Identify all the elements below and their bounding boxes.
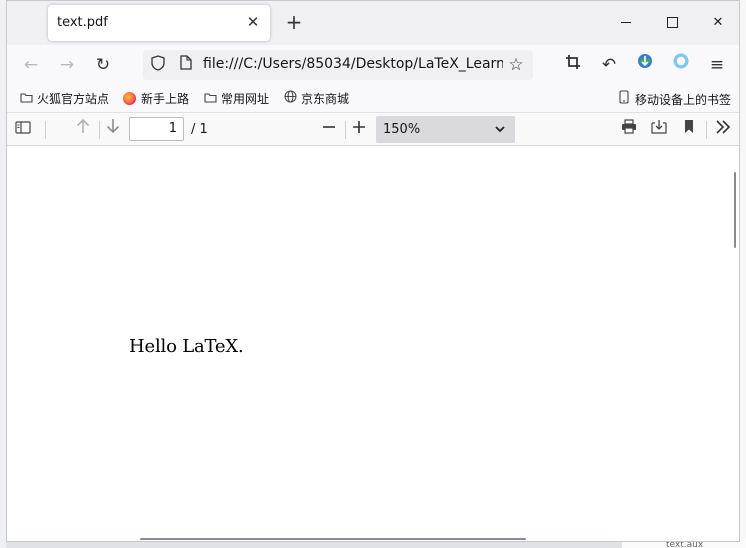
bookmark-label: 火狐官方站点 [37, 92, 110, 106]
maximize-icon [666, 17, 678, 28]
next-page-button[interactable] [101, 118, 125, 140]
reload-button[interactable]: ↻ [89, 51, 117, 79]
shield-icon[interactable] [148, 55, 168, 75]
plus-icon [353, 121, 365, 133]
zoom-select[interactable]: 150% [376, 116, 515, 143]
bookmark-item[interactable]: 常用网址 [203, 90, 269, 108]
minimize-button[interactable] [603, 1, 649, 45]
idm-extension-icon [638, 54, 652, 68]
bookmark-star-icon[interactable]: ☆ [505, 54, 527, 76]
sidebar-toggle-button[interactable] [11, 118, 35, 140]
browser-window: text.pdf ✕ + ✕ ← → ↻ file:///C:/Users/85… [6, 0, 740, 542]
extension-circle-button[interactable] [667, 51, 695, 79]
folder-icon [203, 90, 217, 108]
horizontal-scrollbar[interactable] [140, 538, 526, 540]
pdf-viewer[interactable]: Hello LaTeX. [7, 146, 739, 541]
toolbar-divider [706, 121, 707, 139]
zoom-out-button[interactable] [317, 118, 341, 140]
bookmark-label: 京东商城 [301, 92, 350, 106]
chevron-down-icon [495, 116, 505, 143]
previous-page-button[interactable] [71, 118, 95, 140]
bookmark-icon [685, 120, 693, 133]
extension-idm-button[interactable] [631, 51, 659, 79]
page-count: / 1 [191, 122, 208, 137]
maximize-button[interactable] [649, 1, 695, 45]
menu-button[interactable]: ≡ [703, 51, 731, 79]
minus-icon [323, 126, 335, 128]
firefox-icon [123, 92, 136, 105]
zoom-in-button[interactable] [347, 118, 371, 140]
save-button[interactable] [647, 118, 671, 140]
bookmark-label: 常用网址 [221, 92, 270, 106]
bookmark-item[interactable]: 新手上路 [123, 90, 189, 108]
tools-button[interactable] [711, 118, 735, 140]
url-text[interactable]: file:///C:/Users/85034/Desktop/LaTeX_Lea… [203, 56, 503, 72]
vertical-scrollbar[interactable] [734, 172, 736, 248]
page-icon [176, 55, 196, 75]
tab-active[interactable]: text.pdf ✕ [48, 5, 270, 41]
url-bar[interactable]: file:///C:/Users/85034/Desktop/LaTeX_Lea… [143, 50, 533, 80]
sidebar-icon [15, 121, 31, 134]
print-button[interactable] [617, 118, 641, 140]
folder-icon [19, 90, 33, 108]
double-chevron-right-icon [716, 120, 731, 134]
circle-extension-icon [673, 53, 689, 69]
new-tab-button[interactable]: + [283, 11, 305, 33]
forward-button[interactable]: → [53, 51, 81, 79]
pdf-toolbar: 1 / 1 150% [7, 113, 739, 146]
mobile-bookmarks-label: 移动设备上的书签 [635, 93, 732, 107]
bookmark-button[interactable] [677, 118, 701, 140]
crop-icon [566, 55, 580, 69]
arrow-up-icon [76, 118, 90, 133]
close-tab-icon[interactable]: ✕ [244, 13, 262, 31]
mobile-bookmarks[interactable]: 移动设备上的书签 [617, 90, 731, 108]
zoom-value: 150% [383, 122, 421, 137]
bookmark-item[interactable]: 火狐官方站点 [19, 90, 109, 108]
globe-icon [283, 90, 297, 108]
printer-icon [622, 119, 636, 134]
close-window-button[interactable]: ✕ [695, 1, 739, 45]
back-button[interactable]: ← [17, 51, 45, 79]
arrow-down-icon [106, 119, 120, 134]
bookmark-label: 新手上路 [141, 92, 190, 106]
bookmarks-toolbar: 火狐官方站点 新手上路 常用网址 京东商城 移动设备上的书签 [7, 85, 739, 113]
minimize-icon [621, 22, 631, 23]
navigation-bar: ← → ↻ file:///C:/Users/85034/Desktop/LaT… [7, 45, 739, 85]
toolbar-divider [345, 121, 346, 139]
undo-button[interactable]: ↶ [595, 51, 623, 79]
screenshot-button[interactable] [559, 51, 587, 79]
page-number-input[interactable]: 1 [129, 117, 184, 141]
bookmark-item[interactable]: 京东商城 [283, 90, 349, 108]
tab-title: text.pdf [57, 15, 108, 30]
toolbar-divider [45, 121, 46, 139]
mobile-icon [617, 90, 631, 109]
pdf-content-text: Hello LaTeX. [129, 336, 244, 357]
download-icon [651, 120, 667, 134]
background-window-right [740, 0, 746, 548]
tab-bar: text.pdf ✕ + ✕ [7, 1, 739, 45]
toolbar-divider [99, 121, 100, 139]
